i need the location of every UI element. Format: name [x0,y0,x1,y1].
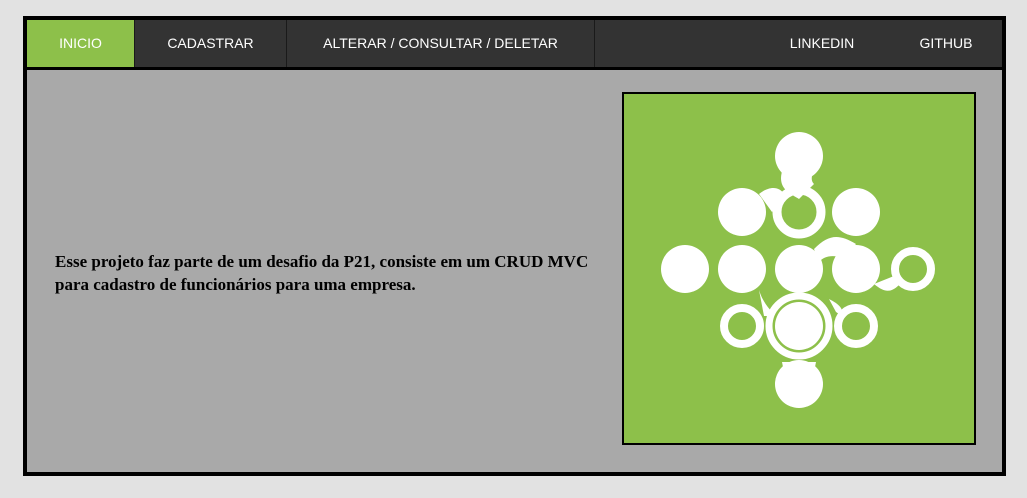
navbar: INICIO CADASTRAR ALTERAR / CONSULTAR / D… [27,20,1002,70]
nav-linkedin-link[interactable]: LINKEDIN [772,20,872,67]
main-frame: INICIO CADASTRAR ALTERAR / CONSULTAR / D… [23,16,1006,476]
logo-panel [622,92,976,445]
nav-github-link[interactable]: GITHUB [896,20,996,67]
nav-cadastrar-link[interactable]: CADASTRAR [135,20,287,67]
nav-inicio-link[interactable]: INICIO [27,20,135,67]
project-description: Esse projeto faz parte de um desafio da … [55,252,589,294]
nav-alterar-consultar-deletar-link[interactable]: ALTERAR / CONSULTAR / DELETAR [287,20,595,67]
circle-network-logo-icon [661,132,935,408]
